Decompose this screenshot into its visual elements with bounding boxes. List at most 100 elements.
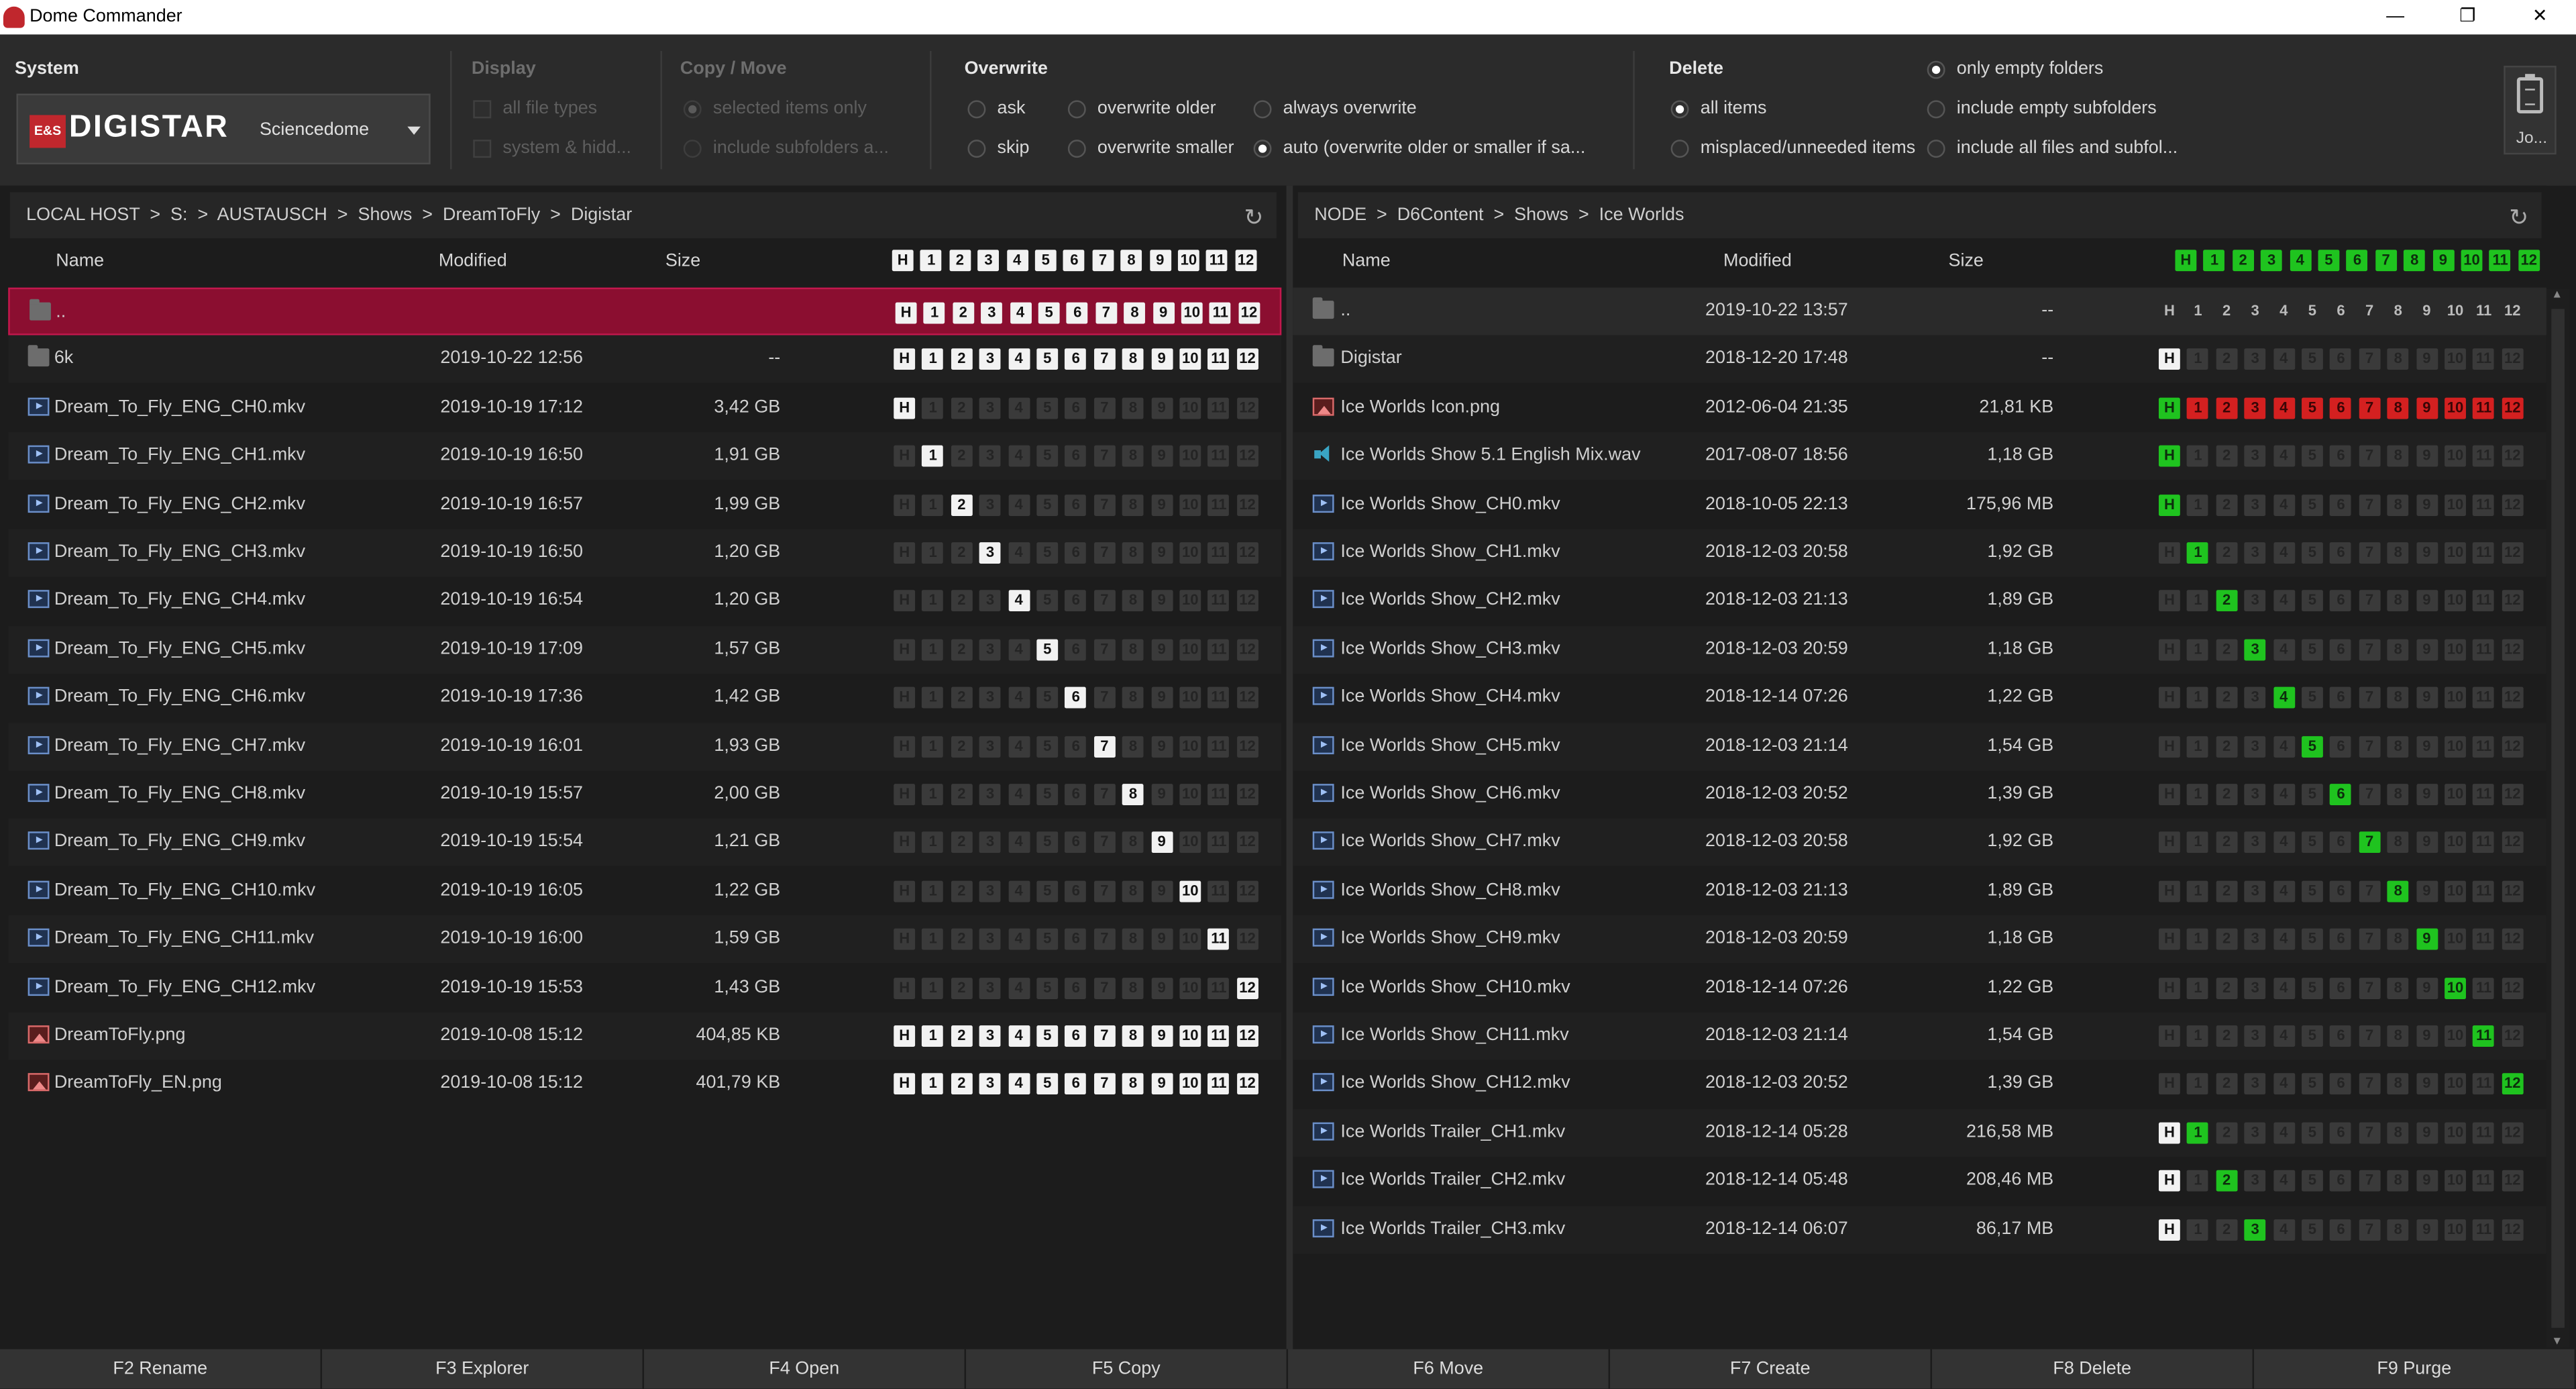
channel-9-indicator: 9 bbox=[2416, 1219, 2438, 1240]
table-row[interactable]: Ice Worlds Show_CH7.mkv 2018-12-03 20:58 1… bbox=[1293, 819, 2546, 867]
table-row[interactable]: Ice Worlds Show_CH12.mkv 2018-12-03 20:52… bbox=[1293, 1061, 2546, 1109]
channel-5-indicator: 5 bbox=[2302, 446, 2323, 467]
table-row[interactable]: Dream_To_Fly_ENG_CH12.mkv 2019-10-19 15:5… bbox=[8, 964, 1281, 1012]
channel-4-indicator: 4 bbox=[1008, 735, 1030, 757]
table-row[interactable]: Dream_To_Fly_ENG_CH7.mkv 2019-10-19 16:01… bbox=[8, 722, 1282, 770]
scroll-up-icon[interactable]: ▲ bbox=[2551, 289, 2563, 301]
channel-6-indicator: 6 bbox=[1065, 1074, 1087, 1095]
table-row[interactable]: Ice Worlds Show_CH6.mkv 2018-12-03 20:52 1… bbox=[1293, 771, 2546, 819]
table-row[interactable]: Dream_To_Fly_ENG_CH8.mkv 2019-10-19 15:57… bbox=[8, 771, 1281, 819]
channel-12-indicator: 12 bbox=[2504, 302, 2521, 319]
channel-h-indicator: H bbox=[894, 977, 916, 998]
name-column-header[interactable]: Name bbox=[1342, 252, 1391, 271]
table-row[interactable]: 6k 2019-10-22 12:56 -- H 1 2 3 4 5 6 7 8 9 10 11 12 bbox=[8, 336, 1282, 384]
fkey-copy-button[interactable]: F5 Copy bbox=[966, 1349, 1289, 1389]
channel-3-indicator: 3 bbox=[979, 880, 1001, 903]
channel-7-indicator: 7 bbox=[2359, 542, 2381, 564]
left-path-bar[interactable]: LOCAL HOST > S: > AUSTAUSCH > Shows > Dr… bbox=[9, 192, 1277, 239]
channel-4-indicator: 4 bbox=[2273, 784, 2295, 806]
channel-3-indicator: 3 bbox=[979, 929, 1001, 950]
refresh-icon[interactable]: ↻ bbox=[2509, 204, 2528, 232]
table-row[interactable]: .. H 1 2 3 4 5 6 7 8 9 10 11 12 bbox=[8, 287, 1282, 336]
table-row[interactable]: Ice Worlds Show_CH4.mkv 2018-12-14 07:26 1… bbox=[1293, 674, 2546, 722]
table-row[interactable]: Dream_To_Fly_ENG_CH6.mkv 2019-10-19 17:36… bbox=[8, 674, 1281, 722]
channel-8-indicator: 8 bbox=[1122, 929, 1144, 950]
table-row[interactable]: Ice Worlds Show_CH10.mkv 2018-12-14 07:26… bbox=[1293, 964, 2546, 1012]
channel-6-indicator: 6 bbox=[2330, 494, 2352, 515]
name-column-header[interactable]: Name bbox=[56, 252, 104, 271]
table-row[interactable]: Ice Worlds Show_CH3.mkv 2018-12-03 20:59 1… bbox=[1293, 625, 2546, 674]
video-file-icon bbox=[1312, 832, 1334, 851]
table-row[interactable]: Dream_To_Fly_ENG_CH11.mkv 2019-10-19 16:0… bbox=[8, 915, 1282, 964]
table-row[interactable]: Dream_To_Fly_ENG_CH0.mkv 2019-10-19 17:12… bbox=[8, 384, 1281, 432]
table-row[interactable]: Dream_To_Fly_ENG_CH5.mkv 2019-10-19 17:09… bbox=[8, 625, 1282, 674]
channel-8-indicator: 8 bbox=[2387, 977, 2409, 998]
panel-divider[interactable] bbox=[1286, 185, 1293, 1349]
table-row[interactable]: Dream_To_Fly_ENG_CH2.mkv 2019-10-19 16:57… bbox=[8, 481, 1281, 529]
table-row[interactable]: Ice Worlds Trailer_CH1.mkv 2018-12-14 05:… bbox=[1293, 1109, 2546, 1157]
fkey-move-button[interactable]: F6 Move bbox=[1288, 1349, 1611, 1389]
channel-9-indicator: 9 bbox=[1150, 349, 1173, 370]
channel-7-indicator: 7 bbox=[2359, 590, 2381, 612]
channel-3-indicator: 3 bbox=[979, 542, 1001, 564]
close-button[interactable]: ✕ bbox=[2504, 0, 2576, 34]
table-row[interactable]: Dream_To_Fly_ENG_CH3.mkv 2019-10-19 16:50… bbox=[8, 529, 1282, 577]
table-row[interactable]: DreamToFly_EN.png 2019-10-08 15:12 401,79 … bbox=[8, 1061, 1281, 1109]
scrollbar-thumb[interactable] bbox=[2551, 309, 2565, 1328]
fkey-rename-button[interactable]: F2 Rename bbox=[0, 1349, 323, 1389]
table-row[interactable]: Dream_To_Fly_ENG_CH1.mkv 2019-10-19 16:50… bbox=[8, 432, 1282, 480]
table-row[interactable]: Ice Worlds Show_CH5.mkv 2018-12-03 21:14 1… bbox=[1293, 722, 2546, 770]
table-row[interactable]: Dream_To_Fly_ENG_CH10.mkv 2019-10-19 16:0… bbox=[8, 868, 1281, 915]
left-column-headers: Name Modified Size H 1 2 3 4 5 6 7 8 9 10 11 12 bbox=[0, 243, 1287, 279]
file-name: Dream_To_Fly_ENG_CH2.mkv bbox=[54, 494, 306, 514]
file-size: 1,89 GB bbox=[1987, 880, 2054, 901]
channel-3-indicator: 3 bbox=[981, 302, 1003, 324]
table-row[interactable]: Ice Worlds Trailer_CH2.mkv 2018-12-14 05:… bbox=[1293, 1158, 2546, 1205]
fkey-explorer-button[interactable]: F3 Explorer bbox=[322, 1349, 645, 1389]
fkey-open-button[interactable]: F4 Open bbox=[644, 1349, 967, 1389]
channel-5-indicator: 5 bbox=[1036, 639, 1059, 661]
table-row[interactable]: Ice Worlds Show_CH8.mkv 2018-12-03 21:13 1… bbox=[1293, 868, 2546, 915]
jobs-button[interactable]: Jo... bbox=[2504, 65, 2557, 155]
channel-11-indicator: 11 bbox=[1210, 302, 1232, 324]
channel-6-indicator: 6 bbox=[2330, 784, 2352, 806]
channel-6-indicator: 6 bbox=[2337, 302, 2345, 319]
refresh-icon[interactable]: ↻ bbox=[1244, 204, 1264, 232]
channel-7-indicator: 7 bbox=[2359, 929, 2381, 950]
table-row[interactable]: Ice Worlds Show_CH1.mkv 2018-12-03 20:58 1… bbox=[1293, 529, 2546, 577]
channel-7-indicator: 7 bbox=[2359, 687, 2381, 709]
table-row[interactable]: Digistar 2018-12-20 17:48 -- H 1 2 3 4 5 6 7 8 9 10 11… bbox=[1293, 336, 2546, 384]
table-row[interactable]: Dream_To_Fly_ENG_CH4.mkv 2019-10-19 16:54… bbox=[8, 578, 1281, 625]
file-name: Ice Worlds Show_CH2.mkv bbox=[1340, 590, 1560, 611]
table-row[interactable]: Ice Worlds Show_CH9.mkv 2018-12-03 20:59 1… bbox=[1293, 915, 2546, 964]
minimize-button[interactable]: — bbox=[2359, 0, 2432, 34]
table-row[interactable]: DreamToFly.png 2019-10-08 15:12 404,85 KB H… bbox=[8, 1012, 1282, 1060]
size-column-header[interactable]: Size bbox=[665, 252, 700, 271]
channel-4-indicator: 4 bbox=[2273, 832, 2295, 854]
right-path-bar[interactable]: NODE > D6Content > Shows > Ice Worlds ↻ bbox=[1297, 192, 2542, 239]
table-row[interactable]: Ice Worlds Show_CH2.mkv 2018-12-03 21:13 1… bbox=[1293, 578, 2546, 625]
modified-column-header[interactable]: Modified bbox=[1723, 252, 1792, 271]
channel-10-indicator: 10 bbox=[2447, 302, 2464, 319]
table-row[interactable]: Ice Worlds Show 5.1 English Mix.wav 2017-… bbox=[1293, 432, 2546, 480]
table-row[interactable]: Ice Worlds Icon.png 2012-06-04 21:35 21,81… bbox=[1293, 384, 2546, 432]
table-row[interactable]: .. 2019-10-22 13:57 -- H 1 2 3 4 5 6 7 8 9 10 11 12 bbox=[1293, 287, 2546, 336]
fkey-delete-button[interactable]: F8 Delete bbox=[1932, 1349, 2255, 1389]
scroll-down-icon[interactable]: ▼ bbox=[2551, 1336, 2563, 1347]
right-scrollbar[interactable]: ▲ ▼ bbox=[2546, 289, 2570, 1348]
channel-4-indicator: 4 bbox=[1008, 1025, 1030, 1047]
maximize-button[interactable]: ❐ bbox=[2432, 0, 2504, 34]
system-dropdown[interactable]: E&S DIGISTAR Sciencedome bbox=[16, 93, 431, 164]
table-row[interactable]: Ice Worlds Show_CH11.mkv 2018-12-03 21:14… bbox=[1293, 1012, 2546, 1060]
table-row[interactable]: Ice Worlds Show_CH0.mkv 2018-10-05 22:13 1… bbox=[1293, 481, 2546, 529]
fkey-create-button[interactable]: F7 Create bbox=[1610, 1349, 1933, 1389]
channel-4-indicator: 4 bbox=[1008, 687, 1030, 709]
modified-column-header[interactable]: Modified bbox=[439, 252, 507, 271]
channel-12-indicator: 12 bbox=[1236, 929, 1258, 950]
fkey-purge-button[interactable]: F9 Purge bbox=[2254, 1349, 2576, 1389]
table-row[interactable]: Ice Worlds Trailer_CH3.mkv 2018-12-14 06:… bbox=[1293, 1205, 2546, 1253]
size-column-header[interactable]: Size bbox=[1949, 252, 1984, 271]
channel-h-indicator: H bbox=[894, 590, 916, 612]
table-row[interactable]: Dream_To_Fly_ENG_CH9.mkv 2019-10-19 15:54… bbox=[8, 819, 1282, 867]
file-size: 1,92 GB bbox=[1987, 832, 2054, 852]
